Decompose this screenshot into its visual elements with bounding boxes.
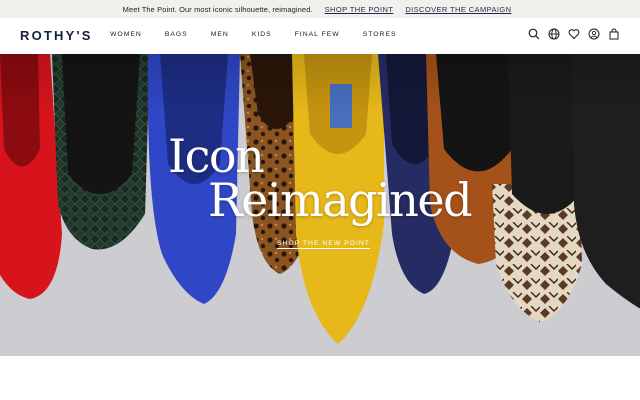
headline-line-1: Icon [168, 129, 265, 183]
nav-final-few[interactable]: FINAL FEW [295, 31, 340, 38]
nav-stores[interactable]: STORES [363, 31, 397, 38]
account-icon[interactable] [588, 28, 600, 40]
globe-icon[interactable] [548, 28, 560, 40]
bag-icon[interactable] [608, 28, 620, 40]
discover-campaign-link[interactable]: DISCOVER THE CAMPAIGN [405, 5, 511, 14]
shop-the-point-link[interactable]: SHOP THE POINT [325, 5, 394, 14]
nav-men[interactable]: MEN [211, 31, 229, 38]
main-nav: WOMEN BAGS MEN KIDS FINAL FEW STORES [110, 31, 420, 38]
nav-kids[interactable]: KIDS [252, 31, 272, 38]
site-header: ROTHY'S WOMEN BAGS MEN KIDS FINAL FEW ST… [0, 18, 640, 54]
hero-headline: Icon Reimagined [168, 129, 473, 227]
hero-banner[interactable]: Icon Reimagined SHOP THE NEW POINT [0, 54, 640, 356]
nav-women[interactable]: WOMEN [110, 31, 142, 38]
announcement-message: Meet The Point. Our most iconic silhouet… [122, 4, 313, 14]
nav-bags[interactable]: BAGS [165, 31, 188, 38]
header-icons [520, 28, 620, 40]
search-icon[interactable] [528, 28, 540, 40]
announcement-bar: Meet The Point. Our most iconic silhouet… [0, 0, 640, 18]
heart-icon[interactable] [568, 28, 580, 40]
shop-new-point-button[interactable]: SHOP THE NEW POINT [277, 240, 370, 249]
brand-logo[interactable]: ROTHY'S [20, 28, 93, 43]
headline-line-2: Reimagined [208, 173, 473, 227]
